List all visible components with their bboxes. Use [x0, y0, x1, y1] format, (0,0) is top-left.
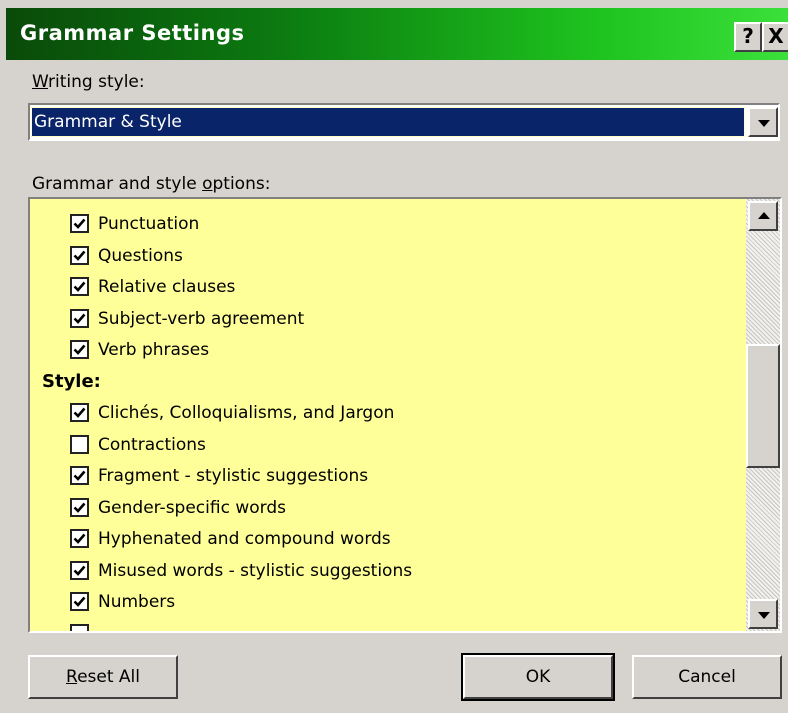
- writing-style-label-mnemonic: W: [32, 72, 49, 92]
- option-checkbox[interactable]: [70, 560, 89, 580]
- option-label: Verb phrases: [98, 340, 210, 360]
- scroll-down-button[interactable]: [748, 599, 778, 629]
- option-checkbox[interactable]: [70, 277, 89, 296]
- writing-style-select[interactable]: Grammar & Style: [28, 103, 780, 141]
- option-checkbox[interactable]: [70, 497, 89, 517]
- option-label: Gender-specific words: [98, 497, 286, 518]
- writing-style-label: Writing style:: [32, 72, 145, 92]
- checkmark-icon: [73, 250, 86, 261]
- checkmark-icon: [73, 565, 86, 576]
- option-checkbox[interactable]: [70, 340, 89, 359]
- chevron-down-icon: [758, 612, 770, 619]
- window-title: Grammar Settings: [20, 21, 245, 45]
- scroll-thumb[interactable]: [746, 344, 780, 468]
- option-label: Punctuation: [98, 214, 200, 234]
- options-label-mnemonic: o: [202, 174, 213, 194]
- option-label: Misused words - stylistic suggestions: [98, 560, 413, 581]
- option-label: Hyphenated and compound words: [98, 529, 391, 549]
- writing-style-label-text: riting style:: [48, 72, 145, 92]
- grammar-settings-dialog: Grammar Settings ? X Writing style: Gram…: [0, 0, 788, 713]
- checkmark-icon: [73, 218, 86, 229]
- help-button[interactable]: ?: [734, 22, 762, 52]
- checkmark-icon: [73, 596, 86, 607]
- option-checkbox[interactable]: [70, 592, 89, 611]
- title-bar[interactable]: Grammar Settings ? X: [6, 8, 788, 60]
- option-checkbox[interactable]: [70, 214, 89, 233]
- list-scrollbar[interactable]: [746, 199, 780, 631]
- option-checkbox[interactable]: [70, 308, 89, 328]
- checkmark-icon: [73, 281, 86, 292]
- ok-label: OK: [525, 667, 551, 687]
- scroll-up-button[interactable]: [748, 201, 778, 231]
- cancel-label: Cancel: [678, 667, 736, 687]
- option-checkbox[interactable]: [70, 466, 89, 485]
- chevron-up-icon: [758, 212, 770, 219]
- writing-style-dropdown-button[interactable]: [748, 107, 778, 137]
- checkmark-icon: [73, 313, 86, 324]
- help-icon: ?: [742, 24, 754, 48]
- options-list[interactable]: Punctuation Questions Relative clauses Subj…: [28, 197, 782, 633]
- options-label-text: Grammar and style: [32, 174, 203, 194]
- checkmark-icon: [73, 502, 86, 513]
- close-icon: X: [768, 24, 784, 48]
- option-label: Numbers: [98, 592, 176, 612]
- option-label: Questions: [98, 245, 183, 266]
- option-checkbox[interactable]: [70, 529, 89, 548]
- option-checkbox[interactable]: [70, 623, 89, 631]
- checkmark-icon: [73, 407, 86, 418]
- option-checkbox[interactable]: [70, 403, 89, 422]
- checkmark-icon: [73, 470, 86, 481]
- reset-all-mnemonic: R: [66, 667, 78, 687]
- reset-all-label: eset All: [77, 667, 140, 687]
- reset-all-button[interactable]: Reset All: [28, 655, 178, 699]
- option-label: Contractions: [98, 434, 206, 455]
- close-button[interactable]: X: [762, 22, 788, 52]
- option-label: Fragment - stylistic suggestions: [98, 466, 369, 486]
- option-label: Relative clauses: [98, 277, 236, 297]
- options-label: Grammar and style options:: [32, 174, 270, 194]
- option-checkbox[interactable]: [70, 245, 89, 265]
- options-label-text-rest: ptions:: [212, 174, 271, 194]
- writing-style-selected-value: Grammar & Style: [31, 107, 745, 137]
- checkmark-icon: [73, 533, 86, 544]
- cancel-button[interactable]: Cancel: [632, 655, 782, 699]
- chevron-down-icon: [758, 120, 770, 127]
- ok-button[interactable]: OK: [461, 653, 615, 701]
- option-label: Subject-verb agreement: [98, 308, 305, 329]
- checkmark-icon: [73, 344, 86, 355]
- section-heading: Style:: [42, 370, 101, 392]
- option-label: Clichés, Colloquialisms, and Jargon: [98, 403, 395, 423]
- option-checkbox[interactable]: [70, 434, 89, 454]
